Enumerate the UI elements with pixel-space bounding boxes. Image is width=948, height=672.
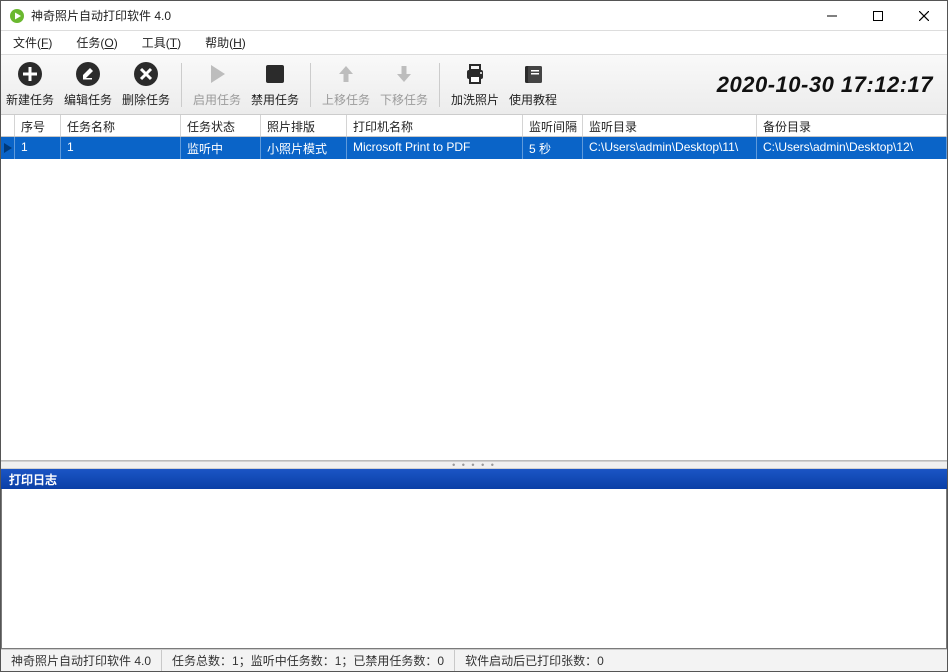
delete-task-button[interactable]: 删除任务 [117, 57, 175, 113]
cell-backupdir: C:\Users\admin\Desktop\12\ [757, 137, 947, 159]
statusbar: 神奇照片自动打印软件 4.0 任务总数：1；监听中任务数：1；已禁用任务数：0 … [1, 649, 947, 671]
titlebar: 神奇照片自动打印软件 4.0 [1, 1, 947, 31]
maximize-button[interactable] [855, 1, 901, 31]
enable-task-button[interactable]: 启用任务 [188, 57, 246, 113]
toolbar-label: 下移任务 [380, 91, 428, 108]
cell-watchdir: C:\Users\admin\Desktop\11\ [583, 137, 757, 159]
x-circle-icon [133, 61, 159, 87]
printer-icon [462, 61, 488, 87]
table-header: 序号 任务名称 任务状态 照片排版 打印机名称 监听间隔 监听目录 备份目录 [1, 115, 947, 137]
column-seq[interactable]: 序号 [15, 115, 61, 136]
move-down-button[interactable]: 下移任务 [375, 57, 433, 113]
move-up-button[interactable]: 上移任务 [317, 57, 375, 113]
arrow-down-icon [391, 61, 417, 87]
cell-status: 监听中 [181, 137, 261, 159]
log-body[interactable] [1, 489, 947, 649]
edit-circle-icon [75, 61, 101, 87]
add-photo-button[interactable]: 加洗照片 [446, 57, 504, 113]
toolbar-separator [181, 63, 182, 107]
app-icon [9, 8, 25, 24]
toolbar-label: 启用任务 [193, 91, 241, 108]
log-panel: 打印日志 [1, 469, 947, 649]
row-indicator-icon [1, 137, 15, 159]
app-window: 神奇照片自动打印软件 4.0 文件(F) 任务(O) 工具(T) 帮助(H) 新… [0, 0, 948, 672]
column-printer[interactable]: 打印机名称 [347, 115, 523, 136]
column-name[interactable]: 任务名称 [61, 115, 181, 136]
toolbar-label: 加洗照片 [451, 91, 499, 108]
edit-task-button[interactable]: 编辑任务 [59, 57, 117, 113]
column-layout[interactable]: 照片排版 [261, 115, 347, 136]
toolbar-label: 上移任务 [322, 91, 370, 108]
cell-layout: 小照片模式 [261, 137, 347, 159]
play-icon [204, 61, 230, 87]
menu-task[interactable]: 任务(O) [64, 31, 129, 54]
toolbar-label: 删除任务 [122, 91, 170, 108]
menubar: 文件(F) 任务(O) 工具(T) 帮助(H) [1, 31, 947, 55]
toolbar: 新建任务 编辑任务 删除任务 启用任务 禁用任务 上移任务 下移任务 [1, 55, 947, 115]
window-title: 神奇照片自动打印软件 4.0 [31, 7, 171, 24]
status-counts: 任务总数：1；监听中任务数：1；已禁用任务数：0 [162, 650, 455, 671]
toolbar-separator [439, 63, 440, 107]
clock-display: 2020-10-30 17:12:17 [562, 72, 947, 98]
close-button[interactable] [901, 1, 947, 31]
log-header: 打印日志 [1, 469, 947, 489]
menu-help[interactable]: 帮助(H) [193, 31, 258, 54]
tutorial-button[interactable]: 使用教程 [504, 57, 562, 113]
menu-tool[interactable]: 工具(T) [130, 31, 193, 54]
arrow-up-icon [333, 61, 359, 87]
split-handle[interactable]: • • • • • [1, 461, 947, 469]
column-marker [1, 115, 15, 136]
toolbar-label: 编辑任务 [64, 91, 112, 108]
column-backupdir[interactable]: 备份目录 [757, 115, 947, 136]
cell-name: 1 [61, 137, 181, 159]
column-status[interactable]: 任务状态 [181, 115, 261, 136]
toolbar-label: 禁用任务 [251, 91, 299, 108]
status-printed: 软件启动后已打印张数：0 [455, 650, 614, 671]
status-appname: 神奇照片自动打印软件 4.0 [1, 650, 162, 671]
cell-seq: 1 [15, 137, 61, 159]
column-interval[interactable]: 监听间隔 [523, 115, 583, 136]
new-task-button[interactable]: 新建任务 [1, 57, 59, 113]
toolbar-separator [310, 63, 311, 107]
table-body: 1 1 监听中 小照片模式 Microsoft Print to PDF 5 秒… [1, 137, 947, 460]
toolbar-label: 使用教程 [509, 91, 557, 108]
table-row[interactable]: 1 1 监听中 小照片模式 Microsoft Print to PDF 5 秒… [1, 137, 947, 159]
cell-interval: 5 秒 [523, 137, 583, 159]
menu-file[interactable]: 文件(F) [1, 31, 64, 54]
toolbar-label: 新建任务 [6, 91, 54, 108]
minimize-button[interactable] [809, 1, 855, 31]
cell-printer: Microsoft Print to PDF [347, 137, 523, 159]
book-icon [520, 61, 546, 87]
task-table: 序号 任务名称 任务状态 照片排版 打印机名称 监听间隔 监听目录 备份目录 1… [1, 115, 947, 461]
column-watchdir[interactable]: 监听目录 [583, 115, 757, 136]
stop-icon [262, 61, 288, 87]
plus-circle-icon [17, 61, 43, 87]
disable-task-button[interactable]: 禁用任务 [246, 57, 304, 113]
